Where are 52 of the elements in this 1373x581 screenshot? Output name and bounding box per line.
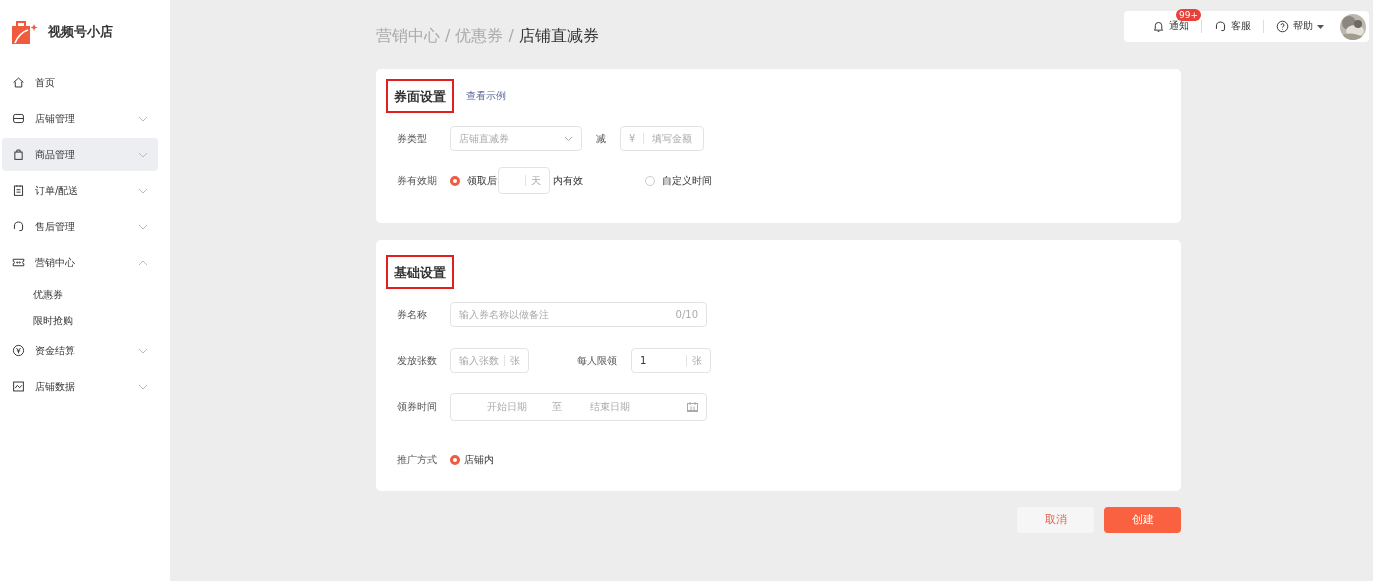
bag-icon	[12, 148, 25, 161]
field-label: 券名称	[397, 307, 428, 322]
breadcrumb-item: 店铺直减券	[518, 26, 599, 47]
caret-icon	[1317, 24, 1324, 29]
breadcrumb-separator: /	[445, 26, 451, 47]
sidebar-item[interactable]: 店铺管理	[2, 102, 158, 135]
chevron-down-icon	[564, 135, 573, 142]
notification-count: 99+	[1176, 9, 1201, 21]
field-label: 减	[596, 131, 606, 146]
section-title: 基础设置	[386, 255, 454, 289]
field-label: 发放张数	[397, 353, 438, 368]
radio-label[interactable]: 店铺内	[464, 452, 494, 467]
clipboard-icon	[12, 184, 25, 197]
sidebar-subitem[interactable]: 限时抢购	[33, 314, 73, 328]
sidebar-item[interactable]: 首页	[2, 66, 158, 99]
sidebar-item[interactable]: 店铺数据	[2, 370, 158, 403]
field-label: 券类型	[397, 131, 428, 146]
field-label: 每人限领	[577, 353, 617, 368]
shopping-bag-logo-icon	[10, 19, 38, 45]
app-name: 视频号小店	[48, 23, 113, 41]
notifications-link[interactable]: 通知	[1169, 20, 1189, 33]
sidebar-item[interactable]: 售后管理	[2, 210, 158, 243]
limit-input[interactable]: 1 张	[631, 348, 711, 373]
sidebar-item[interactable]: 商品管理	[2, 138, 158, 171]
field-label: 推广方式	[397, 452, 438, 467]
section-title: 券面设置	[386, 79, 454, 113]
field-suffix: 内有效	[553, 173, 583, 188]
headset-icon	[1214, 20, 1227, 33]
radio-button[interactable]	[450, 454, 460, 465]
calendar-icon	[687, 402, 698, 412]
home-icon	[12, 76, 25, 89]
radio-label[interactable]: 自定义时间	[662, 173, 712, 188]
sidebar-item[interactable]: 订单/配送	[2, 174, 158, 207]
customer-service-link[interactable]: 客服	[1231, 20, 1251, 33]
sidebar-item[interactable]: 营销中心	[2, 246, 158, 279]
yen-circle-icon	[12, 344, 25, 357]
field-label: 领券时间	[397, 400, 438, 414]
headset-icon	[12, 220, 25, 233]
radio-label[interactable]: 领取后	[467, 173, 497, 188]
character-counter: 0/10	[675, 309, 698, 320]
field-label: 券有效期	[397, 173, 438, 188]
view-example-link[interactable]: 查看示例	[466, 89, 506, 103]
breadcrumb-separator: /	[508, 26, 514, 47]
help-icon	[1276, 20, 1289, 33]
radio-button[interactable]	[450, 175, 460, 186]
ticket-icon	[12, 256, 25, 269]
chart-icon	[12, 380, 25, 393]
bell-icon	[1152, 20, 1165, 33]
help-menu[interactable]: 帮助	[1293, 20, 1313, 33]
sidebar-subitem[interactable]: 优惠券	[33, 288, 63, 302]
shop-icon	[12, 112, 25, 125]
sidebar-item[interactable]: 资金结算	[2, 334, 158, 367]
